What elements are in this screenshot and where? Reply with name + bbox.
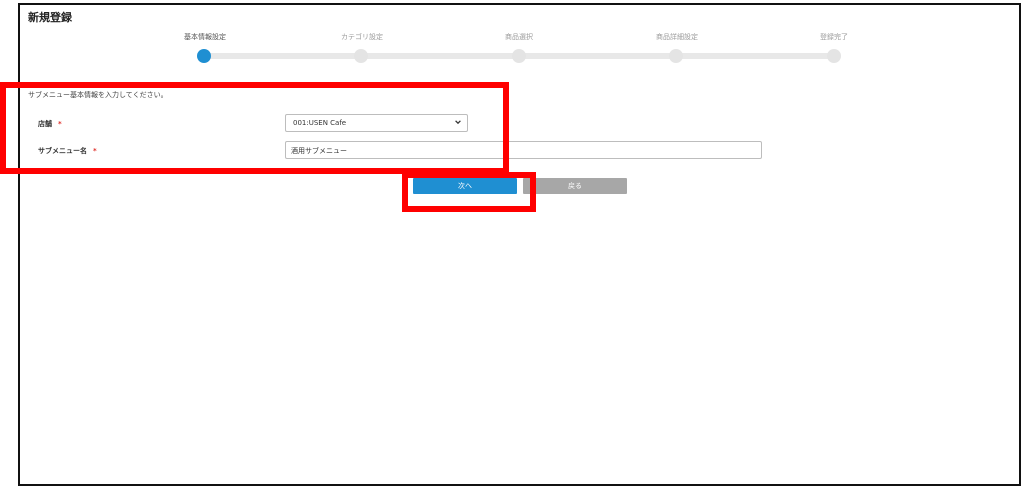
step-dot-product-select — [512, 49, 526, 63]
window-frame — [18, 3, 1021, 486]
progress-stepper: 基本情報設定 カテゴリ設定 商品選択 商品詳細設定 登録完了 — [0, 0, 1024, 70]
back-button[interactable]: 戻る — [523, 178, 627, 194]
step-label-product-detail: 商品詳細設定 — [656, 33, 698, 41]
required-mark: * — [58, 120, 62, 128]
step-dot-complete — [827, 49, 841, 63]
step-label-complete: 登録完了 — [820, 33, 848, 41]
store-select[interactable]: 001:USEN Cafe — [285, 114, 468, 132]
required-mark: * — [93, 147, 97, 155]
submenu-name-value: 酒用サブメニュー — [291, 147, 347, 155]
form-instruction: サブメニュー基本情報を入力してください。 — [28, 91, 168, 99]
step-label-category: カテゴリ設定 — [341, 33, 383, 41]
submenu-name-input[interactable]: 酒用サブメニュー — [285, 141, 762, 159]
next-button[interactable]: 次へ — [413, 178, 517, 194]
step-label-product-select: 商品選択 — [505, 33, 533, 41]
step-dot-product-detail — [669, 49, 683, 63]
step-dot-category — [354, 49, 368, 63]
submenu-name-label-text: サブメニュー名 — [38, 147, 87, 155]
step-dot-basic-info — [197, 49, 211, 63]
store-label-text: 店舗 — [38, 120, 52, 128]
submenu-name-field-label: サブメニュー名 * — [38, 146, 97, 156]
step-label-basic-info: 基本情報設定 — [184, 33, 226, 41]
store-field-label: 店舗 * — [38, 119, 62, 129]
chevron-down-icon — [455, 120, 461, 125]
store-select-value: 001:USEN Cafe — [293, 119, 347, 127]
